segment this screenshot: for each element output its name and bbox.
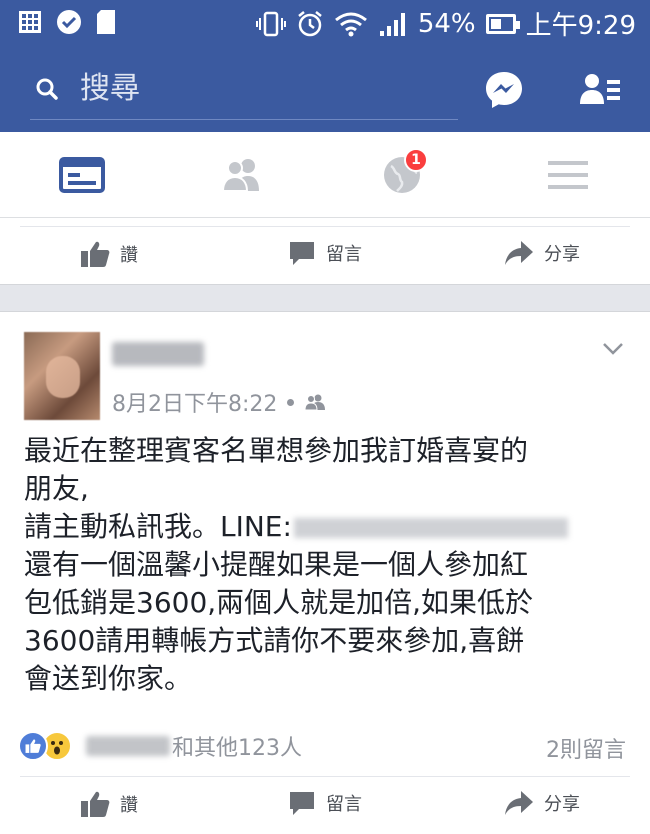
thumbs-up-icon [81, 791, 110, 817]
comment-label: 留言 [326, 244, 362, 265]
comment-label: 留言 [326, 794, 362, 815]
friends-icon [221, 159, 259, 192]
post-line: 最近在整理賓客名單想參加我訂婚喜宴的 [24, 434, 529, 467]
messenger-icon[interactable] [484, 70, 524, 110]
separator-dot [287, 398, 295, 406]
search-input[interactable] [80, 66, 380, 110]
post-line: 會送到你家。 [24, 662, 193, 695]
comment-bubble-icon [290, 242, 314, 265]
reactions-summary[interactable]: 和其他123人 [18, 730, 302, 762]
feed-separator [0, 284, 650, 312]
menu-icon [548, 161, 588, 189]
line-id-redacted [293, 518, 568, 538]
status-time: 上午9:29 [525, 11, 636, 41]
comment-button[interactable]: 留言 [288, 790, 362, 816]
post-meta: 8月2日下午8:22 [112, 386, 326, 418]
vibrate-icon [255, 11, 286, 36]
status-bar: 54% 上午9:29 [0, 0, 650, 44]
divider [20, 776, 630, 777]
share-button[interactable]: 分享 [504, 790, 580, 816]
notification-badge: 1 [404, 148, 428, 172]
like-label: 讚 [120, 245, 138, 266]
previous-post-actions: 讚 留言 分享 [0, 226, 650, 286]
alarm-icon [298, 10, 322, 36]
friend-requests-icon[interactable] [580, 72, 620, 108]
comment-bubble-icon [290, 792, 314, 815]
signal-icon [379, 12, 405, 36]
news-feed-icon [59, 157, 105, 193]
post-line: 朋友, [24, 472, 89, 505]
post-actions: 讚 留言 分享 [0, 776, 650, 834]
thumbs-up-icon [81, 241, 110, 267]
search-header [0, 44, 650, 132]
post-text: 最近在整理賓客名單想參加我訂婚喜宴的 朋友, 請主動私訊我。LINE: 還有一個… [24, 432, 634, 698]
search-icon[interactable] [36, 78, 58, 100]
post-line-line-id: 請主動私訊我。LINE: [24, 508, 634, 546]
tab-notifications[interactable]: 1 [372, 148, 432, 198]
tab-friends[interactable] [212, 152, 272, 198]
post-line: 包低銷是3600,兩個人就是加倍,如果低於 [24, 586, 534, 619]
like-button[interactable]: 讚 [80, 790, 138, 818]
check-circle-icon [57, 10, 81, 34]
chevron-down-icon[interactable] [602, 342, 624, 356]
battery-icon [485, 13, 520, 34]
comment-button[interactable]: 留言 [288, 240, 362, 266]
post-timestamp[interactable]: 8月2日下午8:22 [112, 386, 277, 418]
battery-percent: 54% [417, 8, 476, 39]
tab-bar: 1 [0, 132, 650, 218]
share-label: 分享 [544, 244, 580, 265]
share-button[interactable]: 分享 [504, 240, 580, 266]
share-arrow-icon [505, 241, 533, 265]
reactor-names-redacted [86, 736, 170, 756]
like-reaction-icon [18, 731, 48, 761]
post-line: 還有一個溫馨小提醒如果是一個人參加紅 [24, 548, 529, 581]
author-name-redacted[interactable] [112, 342, 204, 366]
tab-menu[interactable] [538, 152, 598, 198]
search-underline [30, 119, 458, 120]
feed-post: 8月2日下午8:22 最近在整理賓客名單想參加我訂婚喜宴的 朋友, 請主動私訊我… [0, 312, 650, 834]
calendar-grid-icon [19, 11, 41, 33]
like-label: 讚 [120, 795, 138, 816]
wifi-icon [334, 12, 367, 36]
post-line: 請主動私訊我。LINE: [24, 510, 292, 543]
post-line: 3600請用轉帳方式請你不要來參加,喜餅 [24, 624, 525, 657]
reactions-count: 和其他123人 [172, 736, 302, 761]
divider [20, 226, 630, 227]
sd-card-icon [97, 10, 115, 34]
avatar[interactable] [24, 332, 100, 420]
tab-news-feed[interactable] [52, 152, 112, 198]
share-arrow-icon [505, 791, 533, 815]
share-label: 分享 [544, 794, 580, 815]
friends-audience-icon [304, 394, 326, 410]
like-button[interactable]: 讚 [80, 240, 138, 268]
comments-count[interactable]: 2則留言 [546, 732, 626, 764]
